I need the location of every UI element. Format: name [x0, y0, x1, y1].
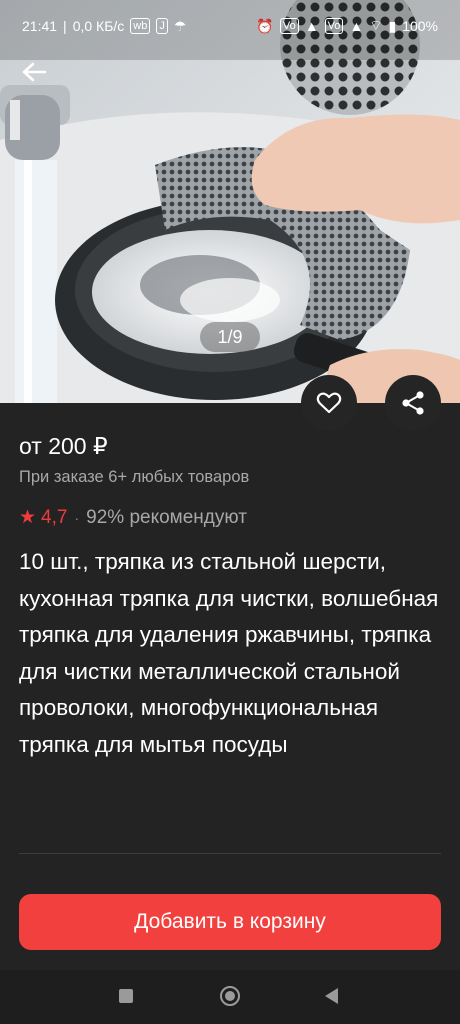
status-time: 21:41 — [22, 18, 58, 34]
add-to-cart-button[interactable]: Добавить в корзину — [19, 894, 441, 950]
umbrella-icon: ☂ — [173, 17, 187, 34]
divider — [19, 853, 441, 854]
signal-icon: ▲ — [349, 18, 364, 34]
alarm-icon: ⏰ — [256, 17, 274, 34]
rating-value: 4,7 — [41, 507, 68, 528]
price-note: При заказе 6+ любых товаров — [19, 468, 250, 486]
recents-icon[interactable] — [119, 989, 133, 1003]
recommend-text: 92% рекомендуют — [86, 507, 247, 528]
battery-level: 100% — [402, 18, 438, 34]
product-gallery[interactable]: 21:41 | 0,0 КБ/с wb J ☂ ⏰ Vo ▲ Vo ▲ ⌔ ▮ … — [0, 0, 460, 403]
wb-icon: wb — [130, 18, 151, 34]
product-info: от 200 ₽ При заказе 6+ любых товаров ★ 4… — [19, 430, 439, 763]
wifi-icon: ⌔ — [369, 17, 383, 33]
share-button[interactable] — [385, 375, 441, 431]
status-bar: 21:41 | 0,0 КБ/с wb J ☂ ⏰ Vo ▲ Vo ▲ ⌔ ▮ … — [0, 0, 460, 52]
product-title: 10 шт., тряпка из стальной шерсти, кухон… — [19, 549, 439, 757]
arrow-left-icon — [22, 62, 47, 82]
gallery-counter: 1/9 — [200, 322, 260, 352]
volte-icon: Vo — [279, 18, 299, 34]
favorite-button[interactable] — [301, 375, 357, 431]
back-button[interactable] — [14, 56, 54, 88]
share-icon — [402, 391, 424, 415]
heart-outline-icon — [316, 392, 342, 414]
star-icon: ★ — [19, 507, 37, 528]
status-separator: | — [63, 18, 67, 34]
battery-icon: ▮ — [388, 17, 397, 34]
back-triangle-icon[interactable] — [325, 988, 338, 1004]
rating-row[interactable]: ★ 4,7 · 92% рекомендуют — [19, 505, 439, 531]
system-nav-bar — [0, 970, 460, 1024]
j-icon: J — [156, 18, 168, 34]
status-network-speed: 0,0 КБ/с — [72, 18, 125, 34]
volte-icon: Vo — [324, 18, 344, 34]
rating-separator: · — [74, 510, 80, 526]
home-icon[interactable] — [220, 986, 240, 1006]
product-price: от 200 ₽ — [19, 433, 108, 459]
signal-4g-icon: ▲ — [304, 18, 319, 34]
